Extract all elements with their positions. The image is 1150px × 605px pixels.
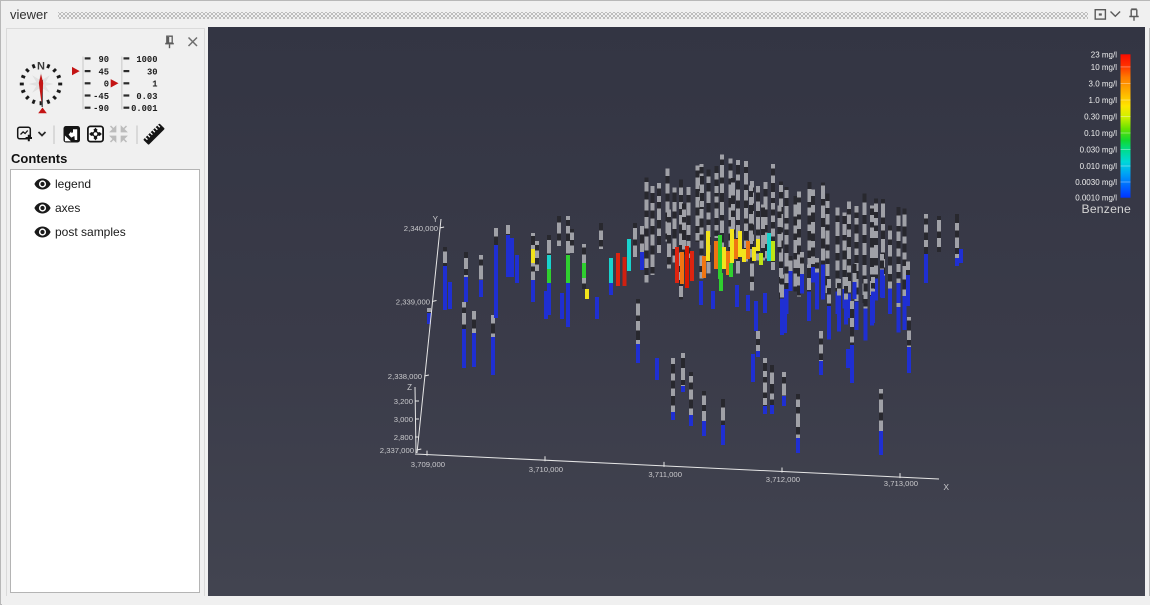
svg-text:30: 30 — [147, 68, 158, 78]
svg-text:1: 1 — [152, 80, 157, 90]
svg-text:10 mg/l: 10 mg/l — [1091, 63, 1117, 72]
svg-text:0.010 mg/l: 0.010 mg/l — [1080, 162, 1118, 171]
svg-text:90: 90 — [98, 55, 109, 65]
svg-text:2,339,000: 2,339,000 — [396, 298, 430, 307]
svg-text:3,713,000: 3,713,000 — [884, 479, 918, 488]
svg-text:2,337,000: 2,337,000 — [380, 446, 414, 455]
svg-text:3,000: 3,000 — [394, 415, 413, 424]
svg-text:0.001: 0.001 — [131, 104, 157, 114]
svg-text:0.030 mg/l: 0.030 mg/l — [1080, 146, 1118, 155]
svg-text:1.0 mg/l: 1.0 mg/l — [1089, 96, 1118, 105]
svg-text:23 mg/l: 23 mg/l — [1091, 50, 1117, 59]
svg-text:-90: -90 — [93, 104, 109, 114]
svg-text:2,800: 2,800 — [394, 433, 413, 442]
svg-text:0.03: 0.03 — [136, 92, 157, 102]
svg-text:Z: Z — [407, 383, 412, 392]
svg-text:0.10 mg/l: 0.10 mg/l — [1084, 129, 1117, 138]
svg-text:2,338,000: 2,338,000 — [388, 372, 422, 381]
svg-text:1000: 1000 — [136, 55, 157, 65]
svg-text:X: X — [943, 482, 949, 492]
svg-text:0.0030 mg/l: 0.0030 mg/l — [1075, 178, 1117, 187]
svg-text:3.0 mg/l: 3.0 mg/l — [1089, 80, 1118, 89]
svg-text:3,711,000: 3,711,000 — [648, 470, 682, 479]
svg-text:-45: -45 — [93, 92, 109, 102]
svg-text:0.30 mg/l: 0.30 mg/l — [1084, 113, 1117, 122]
svg-text:Benzene: Benzene — [1081, 202, 1131, 216]
svg-text:0: 0 — [104, 80, 109, 90]
svg-text:3,200: 3,200 — [394, 397, 413, 406]
svg-text:3,710,000: 3,710,000 — [529, 465, 563, 474]
svg-text:3,709,000: 3,709,000 — [411, 460, 445, 469]
svg-text:Y: Y — [433, 215, 439, 224]
svg-text:3,712,000: 3,712,000 — [766, 475, 800, 484]
svg-text:N: N — [37, 61, 45, 73]
svg-text:2,340,000: 2,340,000 — [404, 224, 438, 233]
svg-text:45: 45 — [98, 68, 109, 78]
